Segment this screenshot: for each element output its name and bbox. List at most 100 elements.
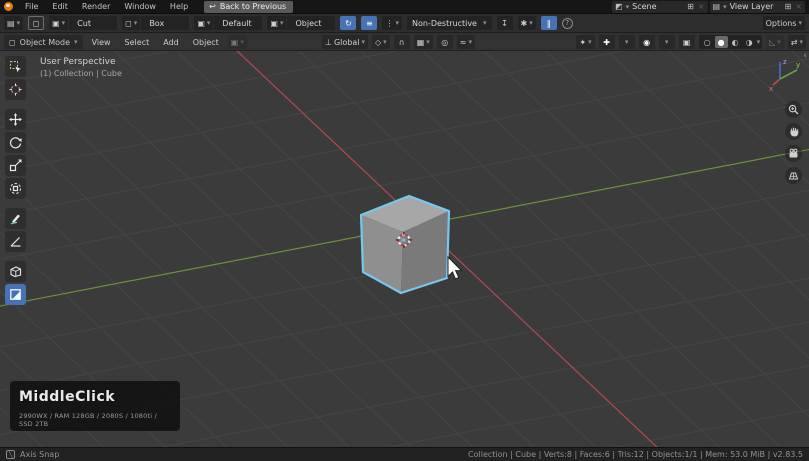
solid-icon: ● [718,38,725,47]
proportional-edit-toggle[interactable]: ◎ [437,35,453,49]
snap-toggle[interactable]: ∩ [394,35,410,49]
material-preview-icon: ◐ [732,38,739,47]
cut-mode-icon-dropdown[interactable]: ▣ ▾ [49,16,68,30]
shading-rendered-button[interactable]: ◑ [743,36,756,48]
show-overlays-toggle[interactable]: ◉ [639,35,655,49]
live-toggle[interactable]: ↻ [340,16,356,30]
operation-icon-dropdown[interactable]: ▣ ▾ [194,16,213,30]
view-layer-browse-dropdown-icon[interactable]: ▾ [723,3,727,11]
operation-button[interactable]: Default [214,16,262,30]
mode-selector[interactable]: ◻ Object Mode ▾ [4,35,83,49]
adjust-toggle[interactable]: ≡ [361,16,377,30]
zoom-button[interactable] [785,101,802,118]
snap-settings-dropdown[interactable]: ▦ ▾ [414,35,433,49]
dropdown-arrow-icon: ▾ [74,38,78,46]
tool-add-primitive[interactable] [5,261,26,282]
menu-view[interactable]: View [87,38,116,47]
options-dropdown[interactable]: Options ▾ [763,16,805,30]
behavior-button[interactable]: Object [287,16,335,30]
tool-menu-dropdown[interactable]: ▣ ▾ [228,35,247,49]
extra-options-dropdown[interactable]: ⇄ ▾ [788,35,806,49]
axis-navigation-gizmo[interactable]: z y x [769,54,803,92]
toolbar-gap [5,201,27,206]
tool-select-box[interactable] [5,56,26,77]
operation-icon: ▣ [197,19,205,28]
unlink-scene-icon[interactable]: × [698,2,705,11]
snap-options-dropdown[interactable]: ⋮ ▾ [382,16,402,30]
gizmo-settings-dropdown[interactable]: ▾ [619,35,635,49]
show-gizmo-toggle[interactable]: ✚ [599,35,615,49]
menu-add[interactable]: Add [158,38,184,47]
active-tool-button[interactable]: ◻ [28,16,44,30]
pause-toggle[interactable]: ‖ [541,16,557,30]
toggle-perspective-button[interactable] [785,167,802,184]
scene-stats-label: Collection | Cube | Verts:8 | Faces:6 | … [468,450,803,459]
dropdown-arrow-icon: ▾ [395,19,399,27]
hand-icon [788,126,799,137]
falloff-dropdown[interactable]: ≈ ▾ [457,35,475,49]
toolbar-gap [5,254,27,259]
menu-select[interactable]: Select [120,38,155,47]
overlays-settings-dropdown[interactable]: ▾ [659,35,675,49]
transform-orientation-dropdown[interactable]: ⊥ Global ▾ [322,35,368,49]
tool-move[interactable] [5,109,26,130]
menu-edit[interactable]: Edit [46,2,74,11]
dropdown-arrow-icon: ▾ [529,19,533,27]
settings-dropdown[interactable]: ✱ ▾ [518,16,536,30]
tool-annotate[interactable] [5,208,26,229]
pivot-point-dropdown[interactable]: ◇ ▾ [372,35,390,49]
menu-help[interactable]: Help [164,2,194,11]
scene-browse-dropdown-icon[interactable]: ▾ [626,3,630,11]
mouse-hint-icon: ╲ [6,450,15,459]
scene-name[interactable]: Scene [632,2,684,11]
tool-scale[interactable] [5,155,26,176]
back-to-previous-button[interactable]: ↩ Back to Previous [204,1,293,13]
editor-type-dropdown[interactable]: ▤ ▾ [4,16,23,30]
apply-button[interactable]: ↧ [497,16,513,30]
proportional-edit-icon: ◎ [441,38,448,47]
cut-mode-button[interactable]: Cut [69,16,117,30]
blender-logo-icon[interactable] [4,2,13,11]
tool-cursor[interactable] [5,79,26,100]
diag-glyph: ╲ [9,451,13,458]
xray-toggle[interactable]: ▣ [679,35,695,49]
visibility-dropdown[interactable]: ✦ ▾ [576,35,594,49]
shading-solid-button[interactable]: ● [715,36,728,48]
tool-transform[interactable] [5,178,26,199]
menu-window[interactable]: Window [118,2,162,11]
viewport-nav-buttons [785,101,802,184]
shading-material-button[interactable]: ◐ [729,36,742,48]
viewport-header-center: ⊥ Global ▾ ◇ ▾ ∩ ▦ ▾ ◎ ≈ ▾ [322,33,475,51]
new-scene-icon[interactable]: ⊞ [687,2,694,11]
shape-button[interactable]: Box [141,16,189,30]
view-layer-selector[interactable]: ▤ ▾ View Layer ⊞ × [710,1,805,13]
pressed-key-label: MiddleClick [19,389,171,405]
menu-render[interactable]: Render [76,2,116,11]
shading-settings-dropdown[interactable]: ▾ [757,38,761,46]
view-layer-icon: ▤ [713,2,721,11]
tool-boxcutter[interactable] [5,284,26,305]
menu-object[interactable]: Object [188,38,224,47]
remove-view-layer-icon[interactable]: × [795,2,802,11]
behavior-icon-dropdown[interactable]: ▣ ▾ [267,16,286,30]
add-cube-icon [9,265,22,278]
shape-icon-dropdown[interactable]: ◻ ▾ [122,16,140,30]
camera-view-button[interactable] [785,145,802,162]
viewport-3d[interactable]: User Perspective (1) Collection | Cube [0,51,809,447]
pan-button[interactable] [785,123,802,140]
view-layer-name[interactable]: View Layer [730,2,782,11]
new-view-layer-icon[interactable]: ⊞ [785,2,792,11]
shading-wireframe-button[interactable]: ○ [701,36,714,48]
shading-alt-dropdown[interactable]: ◺ ▾ [766,35,784,49]
tool-measure[interactable] [5,231,26,252]
viewport-header-right: ✦ ▾ ✚ ▾ ◉ ▾ ▣ ○ ● ◐ ◑ ▾ [576,33,806,51]
mode-label: Object Mode [20,38,70,47]
scene-selector[interactable]: ◩ ▾ Scene ⊞ × [612,1,707,13]
gear-icon: ✱ [521,19,528,28]
toolbar [5,56,27,305]
tool-rotate[interactable] [5,132,26,153]
help-button[interactable]: ? [562,18,573,29]
menu-file[interactable]: File [19,2,44,11]
swap-arrows-icon: ⇄ [791,38,798,47]
destructive-mode-dropdown[interactable]: Non-Destructive ▾ [407,16,492,30]
